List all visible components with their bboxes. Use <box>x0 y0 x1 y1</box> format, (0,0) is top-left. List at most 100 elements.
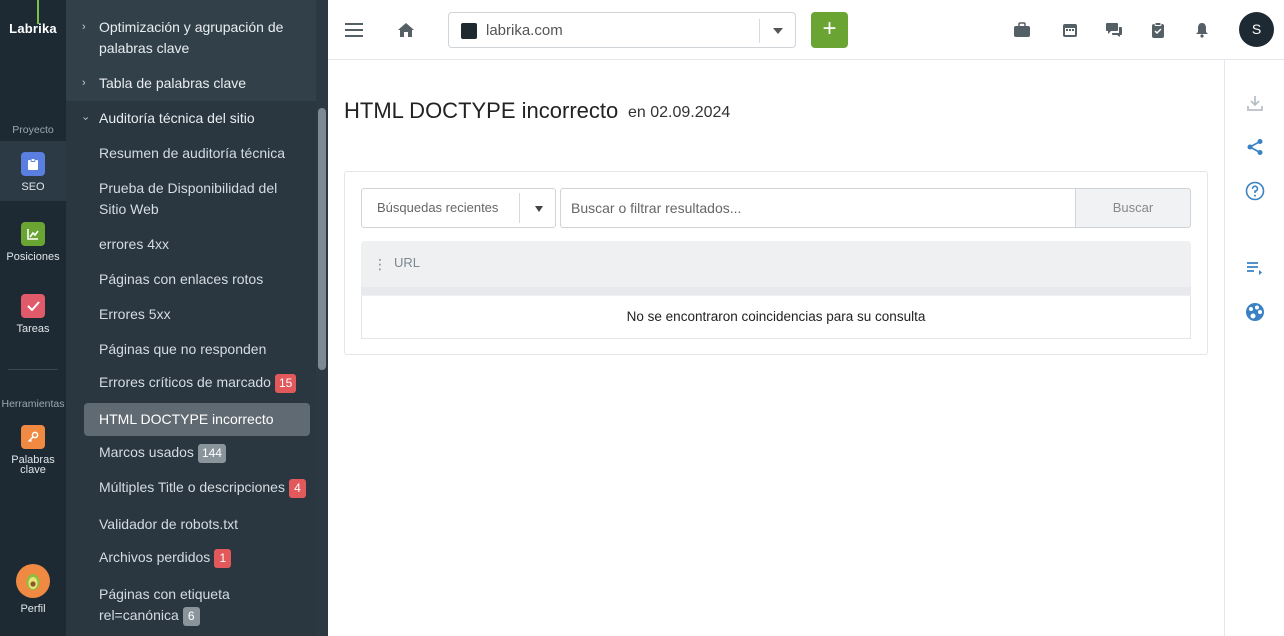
menu-item-unresponsive-pages[interactable]: Páginas que no responden <box>66 339 318 360</box>
menu-item-label: Prueba de Disponibilidad del Sitio Web <box>99 180 278 217</box>
palette-icon[interactable] <box>1243 300 1267 324</box>
home-icon[interactable] <box>394 18 418 42</box>
page-title: HTML DOCTYPE incorrecto <box>344 98 619 123</box>
share-icon[interactable] <box>1243 135 1267 159</box>
scrollbar-thumb[interactable] <box>318 108 326 370</box>
chevron-right-icon: › <box>82 21 86 33</box>
chevron-down-icon <box>773 28 783 34</box>
rail-item-seo[interactable]: SEO <box>0 141 66 201</box>
menu-item-keyword-optimization[interactable]: › Optimización y agrupación de palabras … <box>66 17 318 59</box>
list-icon[interactable] <box>1243 256 1267 280</box>
recent-searches-dropdown[interactable]: Búsquedas recientes <box>361 188 556 228</box>
hamburger-menu-icon[interactable] <box>342 18 366 42</box>
report-date: en 02.09.2024 <box>628 104 731 121</box>
menu-item-label: Marcos usados <box>99 444 194 460</box>
bell-icon[interactable] <box>1190 18 1214 42</box>
avocado-icon <box>16 564 50 598</box>
count-badge: 1 <box>214 548 232 568</box>
menu-item-label: Páginas que no responden <box>99 341 267 357</box>
menu-item-html-doctype[interactable]: HTML DOCTYPE incorrecto <box>84 403 310 436</box>
count-badge: 15 <box>274 373 297 393</box>
rail-divider <box>8 369 58 370</box>
menu-item-label: Auditoría técnica del sitio <box>99 110 255 126</box>
rail-item-label: Posiciones <box>6 251 60 263</box>
calendar-icon[interactable] <box>1058 18 1082 42</box>
menu-item-broken-links[interactable]: Páginas con enlaces rotos <box>66 269 318 290</box>
menu-item-5xx-errors[interactable]: Errores 5xx <box>66 304 318 325</box>
app-rail: Labrika Proyecto SEO Posiciones Tareas H… <box>0 0 66 636</box>
empty-state-message: No se encontraron coincidencias para su … <box>626 309 926 324</box>
rail-item-profile[interactable]: Perfil <box>0 564 66 615</box>
column-header-url[interactable]: URL <box>394 255 420 270</box>
table-header: ⋮ URL <box>361 241 1191 297</box>
right-toolbar <box>1224 60 1284 636</box>
menu-item-missing-files[interactable]: Archivos perdidos 1 <box>66 547 318 568</box>
recent-searches-label: Búsquedas recientes <box>377 200 499 215</box>
menu-item-label: Páginas con enlaces rotos <box>99 271 264 287</box>
app-logo[interactable]: Labrika <box>0 21 66 36</box>
count-badge: 6 <box>182 607 200 627</box>
rail-item-label: clave <box>20 464 46 476</box>
add-button[interactable]: + <box>811 12 848 48</box>
select-divider <box>519 193 520 223</box>
key-icon <box>21 425 45 449</box>
search-button[interactable]: Buscar <box>1075 188 1191 228</box>
rail-item-label: Tareas <box>16 323 50 335</box>
count-badge: 144 <box>197 443 226 463</box>
menu-item-label: Validador de robots.txt <box>99 516 239 532</box>
user-avatar[interactable]: S <box>1239 12 1274 47</box>
rail-item-keywords[interactable]: Palabras clave <box>0 425 66 476</box>
menu-item-label: Errores 5xx <box>99 306 171 322</box>
section-menu: › Optimización y agrupación de palabras … <box>66 0 328 636</box>
menu-item-4xx-errors[interactable]: errores 4xx <box>66 234 318 255</box>
chevron-right-icon: › <box>82 77 86 89</box>
menu-item-frames-used[interactable]: Marcos usados 144 <box>66 442 318 463</box>
check-icon <box>21 294 45 318</box>
menu-item-technical-audit[interactable]: › Auditoría técnica del sitio <box>66 108 318 129</box>
chevron-down-icon <box>535 206 543 212</box>
menu-item-label: Múltiples Title o descripciones <box>99 479 285 495</box>
menu-item-label: Archivos perdidos <box>99 549 211 565</box>
menu-scrollbar[interactable] <box>316 0 328 636</box>
download-icon[interactable] <box>1243 91 1267 115</box>
menu-item-canonical-pages[interactable]: Páginas con etiqueta rel=canónica 6 <box>66 584 318 627</box>
main-content: HTML DOCTYPE incorrecto en 02.09.2024 Bú… <box>328 60 1224 636</box>
column-menu-icon[interactable]: ⋮ <box>373 256 387 273</box>
menu-item-robots-validator[interactable]: Validador de robots.txt <box>66 514 318 535</box>
site-name: labrika.com <box>486 22 563 39</box>
menu-item-keyword-table[interactable]: › Tabla de palabras clave <box>66 73 318 94</box>
tools-section-label: Herramientas <box>1 398 65 410</box>
project-section-label: Proyecto <box>12 124 54 136</box>
chart-icon <box>21 222 45 246</box>
menu-item-markup-errors[interactable]: Errores críticos de marcado 15 <box>66 372 318 393</box>
clipboard-check-icon[interactable] <box>1146 18 1170 42</box>
help-icon[interactable] <box>1243 179 1267 203</box>
menu-item-label: Páginas con etiqueta rel=canónica <box>99 586 230 623</box>
menu-item-audit-summary[interactable]: Resumen de auditoría técnica <box>66 143 318 164</box>
results-card: Búsquedas recientes Buscar ⋮ URL No se e… <box>344 171 1208 355</box>
menu-item-multiple-title[interactable]: Múltiples Title o descripciones 4 <box>66 477 318 498</box>
search-input[interactable] <box>560 188 1076 228</box>
chevron-down-icon: › <box>79 116 92 121</box>
menu-item-label: Tabla de palabras clave <box>99 75 247 91</box>
rail-item-tasks[interactable]: Tareas <box>0 294 66 335</box>
briefcase-icon[interactable] <box>1010 18 1034 42</box>
rail-item-label: SEO <box>21 181 45 193</box>
rail-item-label: Perfil <box>20 603 46 615</box>
site-selector[interactable]: labrika.com <box>448 12 796 48</box>
count-badge: 4 <box>288 478 306 498</box>
site-favicon <box>461 23 477 39</box>
select-divider <box>759 19 760 43</box>
rail-item-positions[interactable]: Posiciones <box>0 222 66 263</box>
menu-item-label: errores 4xx <box>99 236 170 252</box>
menu-item-label: Errores críticos de marcado <box>99 374 271 390</box>
menu-item-availability-test[interactable]: Prueba de Disponibilidad del Sitio Web <box>66 178 318 220</box>
chat-icon[interactable] <box>1102 18 1126 42</box>
header-strip <box>361 287 1191 295</box>
menu-item-label: Optimización y agrupación de palabras cl… <box>99 19 284 56</box>
top-bar: labrika.com + S <box>328 0 1284 60</box>
menu-item-label: Resumen de auditoría técnica <box>99 145 285 161</box>
menu-item-label: HTML DOCTYPE incorrecto <box>99 411 274 427</box>
clipboard-icon <box>21 152 45 176</box>
table-body: No se encontraron coincidencias para su … <box>361 296 1191 339</box>
